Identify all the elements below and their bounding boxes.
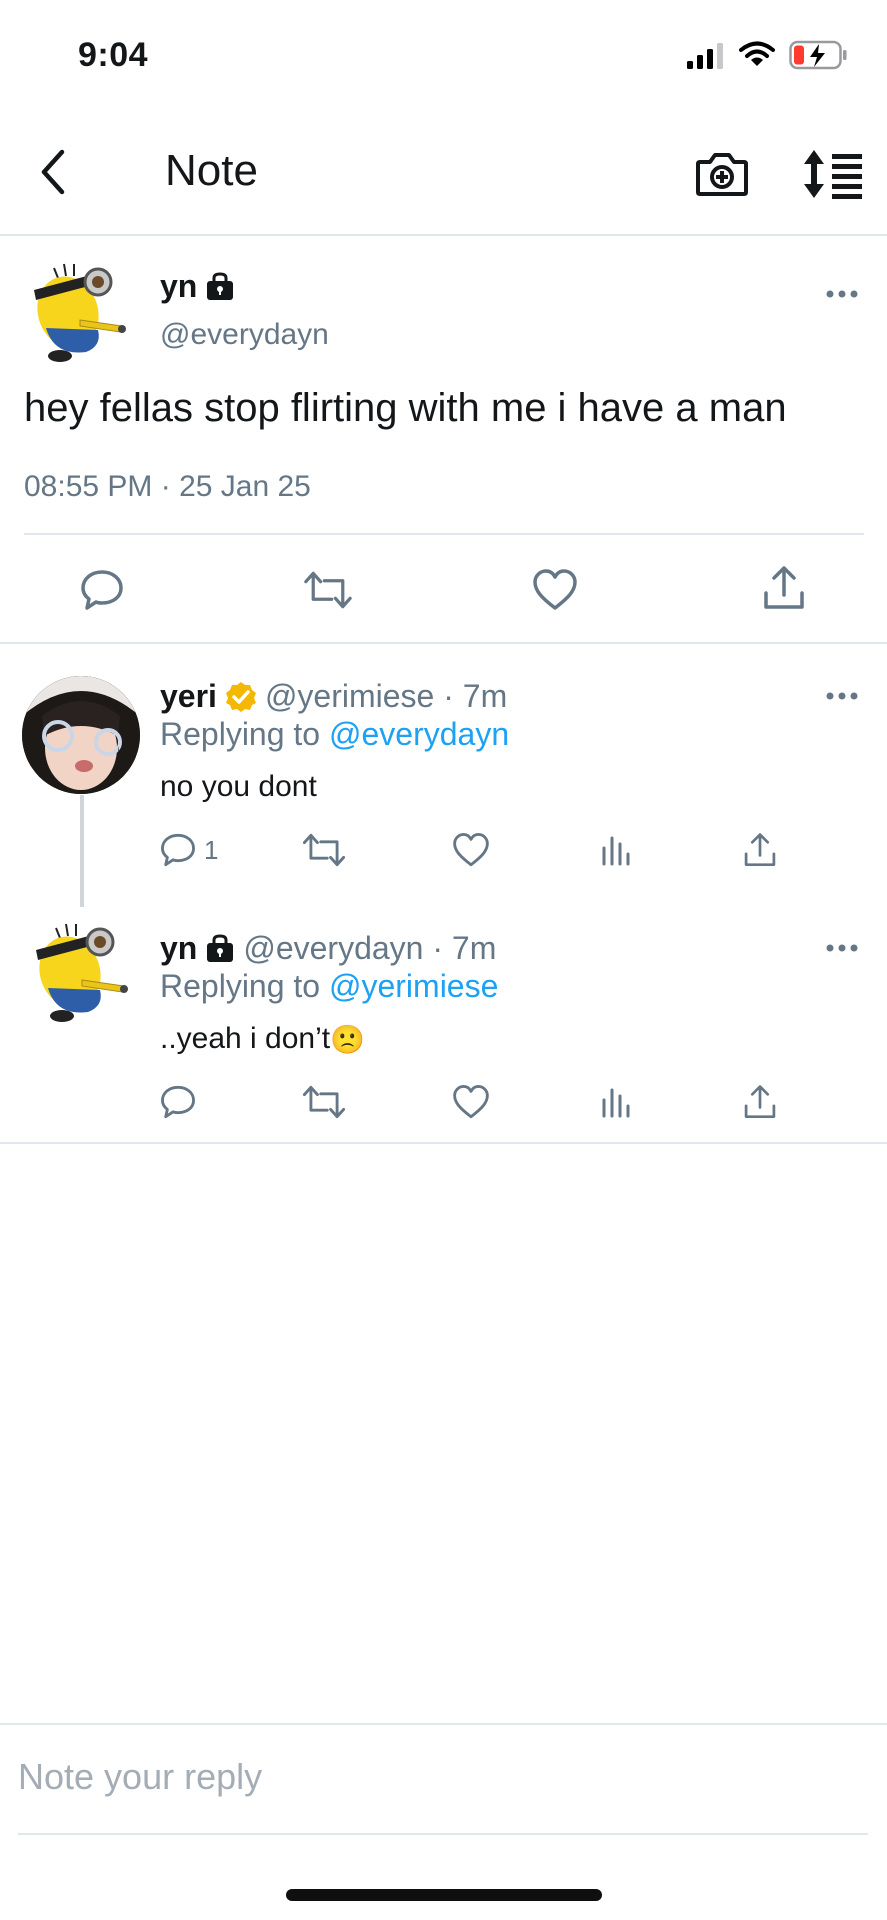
nav-bar: Note (0, 112, 887, 236)
author-name[interactable]: yn (160, 268, 197, 305)
avatar[interactable] (24, 260, 134, 370)
reply-button[interactable]: 1 (160, 830, 218, 870)
wifi-icon (739, 41, 775, 66)
like-button[interactable] (452, 1082, 490, 1122)
share-icon (744, 1085, 776, 1119)
camera-icon (696, 153, 748, 196)
analytics-icon (602, 836, 630, 866)
divider (24, 533, 864, 535)
renote-button[interactable] (302, 1082, 346, 1122)
more-options-icon[interactable] (822, 284, 862, 304)
author-name-row: yn (160, 268, 235, 305)
retweet-icon (302, 1085, 346, 1119)
tweet-actions (0, 556, 887, 626)
more-options-icon[interactable] (822, 938, 862, 958)
retweet-icon (302, 833, 346, 867)
like-button[interactable] (531, 566, 579, 614)
renote-button[interactable] (304, 566, 352, 614)
heart-icon (533, 569, 577, 610)
page-title: Note (165, 146, 258, 195)
chevron-left-icon (41, 149, 65, 195)
reply-text: ..yeah i don’t (160, 1022, 331, 1055)
comment-icon (161, 1085, 195, 1119)
reply-actions (0, 1082, 887, 1132)
share-button[interactable] (760, 564, 808, 612)
status-time: 9:04 (78, 36, 149, 74)
avatar[interactable] (22, 676, 140, 794)
reply-item[interactable]: yn @everydayn · 7m Replying to @yerimies… (0, 898, 887, 1144)
replying-to: Replying to @yerimiese (160, 968, 498, 1005)
lock-icon (207, 933, 234, 962)
heart-icon (453, 1085, 489, 1119)
share-button[interactable] (743, 1082, 777, 1122)
tweet-datetime: 08:55 PM · 25 Jan 25 (24, 470, 311, 503)
frown-emoji: 🙁 (330, 1023, 365, 1055)
home-indicator[interactable] (286, 1889, 602, 1901)
author-handle[interactable]: @everydayn (160, 318, 329, 352)
avatar-photo (22, 676, 140, 794)
reply-header: yeri @yerimiese · 7m (160, 678, 507, 715)
replying-to: Replying to @everydayn (160, 716, 509, 753)
signal-icon (687, 43, 723, 69)
reply-header: yn @everydayn · 7m (160, 930, 496, 967)
battery-icon (789, 40, 847, 70)
comment-icon (161, 833, 195, 867)
verified-badge-icon (225, 681, 256, 712)
camera-button[interactable] (692, 144, 752, 204)
reply-button[interactable] (78, 566, 126, 614)
renote-button[interactable] (302, 830, 346, 870)
replying-to-link[interactable]: @everydayn (329, 716, 509, 752)
composer-underline (18, 1833, 868, 1835)
reply-text-row: ..yeah i don’t 🙁 (160, 1022, 365, 1056)
reply-item[interactable]: yeri @yerimiese · 7m Replying to @everyd… (0, 646, 887, 898)
share-button[interactable] (743, 830, 777, 870)
sort-icon (804, 150, 862, 199)
reply-actions: 1 (0, 830, 887, 880)
share-icon (764, 566, 804, 609)
analytics-button[interactable] (600, 1082, 632, 1122)
replying-to-label: Replying to (160, 968, 329, 1004)
back-button[interactable] (28, 142, 78, 202)
share-icon (744, 833, 776, 867)
author-name[interactable]: yeri (160, 678, 217, 715)
heart-icon (453, 833, 489, 867)
tweet-text: hey fellas stop flirting with me i have … (24, 386, 787, 430)
reply-count: 1 (204, 834, 219, 865)
reply-composer (0, 1723, 887, 1835)
replying-to-link[interactable]: @yerimiese (329, 968, 498, 1004)
lock-icon (207, 271, 234, 300)
sort-button[interactable] (800, 144, 864, 204)
retweet-icon (304, 571, 352, 609)
author-handle-time[interactable]: @everydayn · 7m (243, 930, 496, 967)
replying-to-label: Replying to (160, 716, 329, 752)
status-bar: 9:04 (0, 0, 887, 112)
comment-icon (81, 570, 123, 610)
more-options-icon[interactable] (822, 686, 862, 706)
reply-button[interactable] (160, 1082, 196, 1122)
author-handle-time[interactable]: @yerimiese · 7m (265, 678, 507, 715)
status-icons (685, 40, 847, 70)
reply-text: no you dont (160, 770, 317, 803)
like-button[interactable] (452, 830, 490, 870)
reply-input[interactable] (18, 1747, 868, 1807)
author-name[interactable]: yn (160, 930, 197, 967)
analytics-button[interactable] (600, 830, 632, 870)
analytics-icon (602, 1088, 630, 1118)
avatar[interactable] (26, 920, 136, 1030)
main-tweet: yn @everydayn hey fellas stop flirting w… (0, 238, 887, 644)
